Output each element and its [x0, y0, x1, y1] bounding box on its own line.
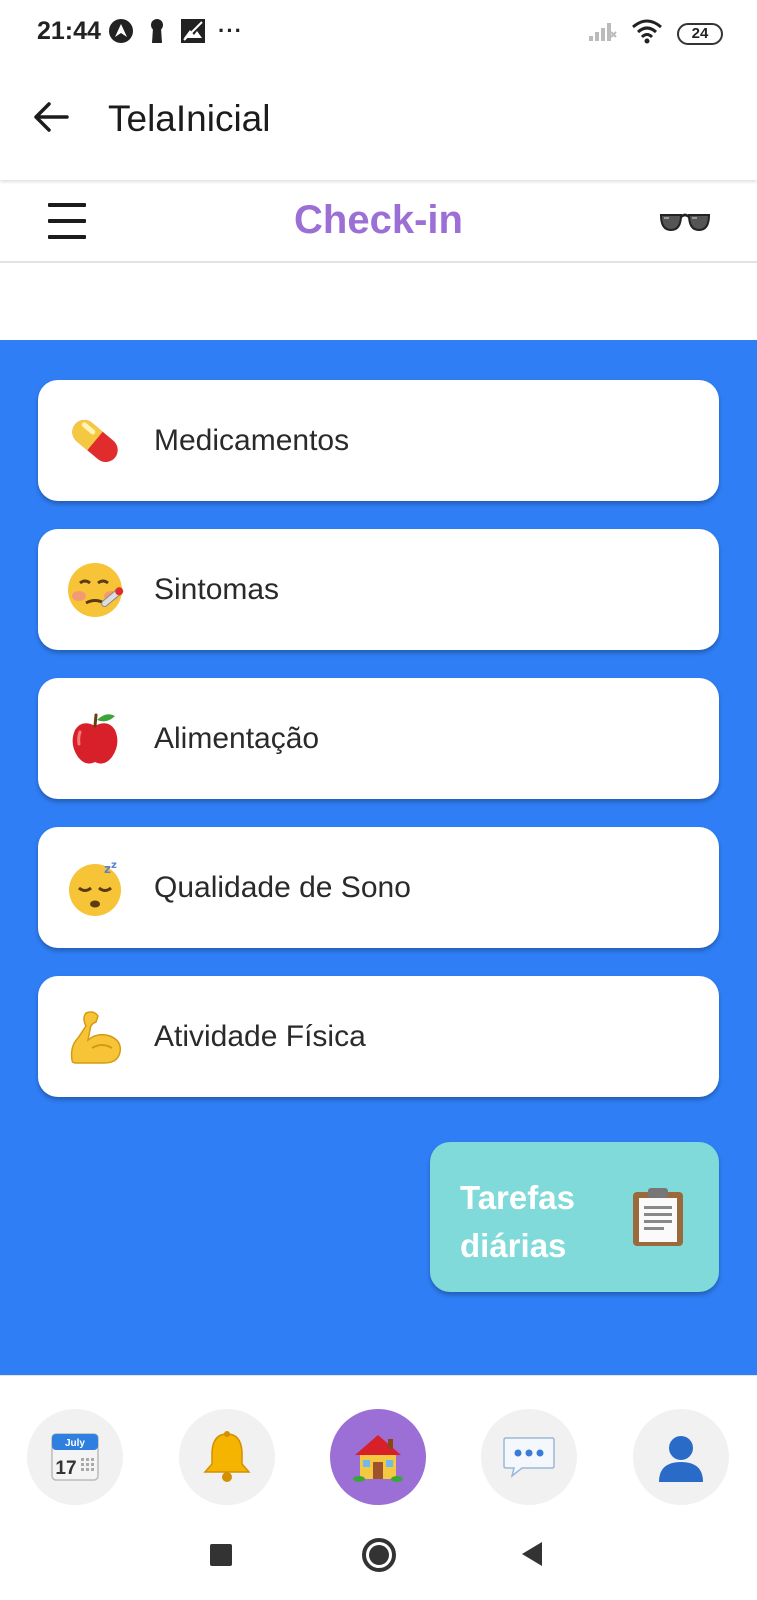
card-qualidade-de-sono[interactable]: z z Qualidade de Sono [38, 827, 719, 948]
daily-tasks-button[interactable]: Tarefas diárias [430, 1142, 719, 1292]
bottom-navigation: July 17 [0, 1375, 757, 1508]
card-label: Qualidade de Sono [154, 871, 411, 904]
card-atividade-fisica[interactable]: Atividade Física [38, 976, 719, 1097]
flexed-biceps-icon [70, 1011, 122, 1064]
status-notification-icons: ··· [108, 18, 243, 44]
checkin-title: Check-in [294, 198, 463, 242]
bell-icon [203, 1431, 251, 1482]
recent-apps-button[interactable] [210, 1544, 232, 1566]
house-icon [353, 1435, 403, 1482]
daily-tasks-label: Tarefas diárias [460, 1179, 575, 1264]
system-back-button[interactable] [522, 1542, 542, 1566]
apple-icon [72, 713, 118, 764]
card-label: Alimentação [154, 722, 320, 755]
svg-text:17: 17 [55, 1458, 76, 1479]
svg-text:z: z [111, 860, 117, 871]
arrow-left-icon [34, 102, 69, 132]
android-auto-icon [108, 18, 134, 44]
nav-profile-button[interactable] [633, 1409, 729, 1505]
card-alimentacao[interactable]: Alimentação [38, 678, 719, 799]
app-bar: TelaInicial [0, 62, 757, 180]
pill-icon [72, 420, 118, 462]
chat-icon [503, 1437, 555, 1478]
more-dots-icon: ··· [218, 18, 243, 43]
nav-chat-button[interactable] [481, 1409, 577, 1505]
nav-calendar-button[interactable]: July 17 [27, 1409, 123, 1505]
checkin-header: Check-in [0, 181, 757, 263]
glasses-icon [659, 213, 711, 232]
card-medicamentos[interactable]: Medicamentos [38, 380, 719, 501]
status-bar: 21:44 ··· 24 [0, 0, 757, 62]
card-label: Medicamentos [154, 424, 350, 457]
wifi-icon [631, 18, 663, 49]
svg-text:July: July [65, 1438, 85, 1449]
nav-notifications-button[interactable] [179, 1409, 275, 1505]
signal-icon [587, 20, 617, 47]
system-navigation-bar [0, 1508, 757, 1600]
card-label: Atividade Física [154, 1020, 366, 1053]
clipboard-icon [633, 1188, 683, 1246]
sick-face-icon [68, 563, 124, 617]
glasses-button[interactable] [659, 205, 711, 239]
calendar-icon: July 17 [51, 1433, 99, 1481]
status-system-icons: 24 [587, 18, 723, 49]
card-sintomas[interactable]: Sintomas [38, 529, 719, 650]
status-time: 21:44 [37, 17, 101, 45]
checkin-content: Medicamentos Sintomas Alimentação z z Qu… [0, 340, 757, 1375]
keyhole-icon [144, 18, 170, 44]
card-label: Sintomas [154, 573, 280, 606]
back-button[interactable] [26, 92, 76, 142]
system-home-button[interactable] [362, 1538, 396, 1572]
nav-home-button[interactable] [330, 1409, 426, 1505]
sleeping-face-icon: z z [69, 860, 121, 916]
page-title: TelaInicial [108, 98, 271, 139]
user-icon [659, 1436, 703, 1482]
svg-text:z: z [104, 862, 111, 876]
image-icon [180, 18, 206, 44]
battery-indicator: 24 [677, 22, 723, 45]
